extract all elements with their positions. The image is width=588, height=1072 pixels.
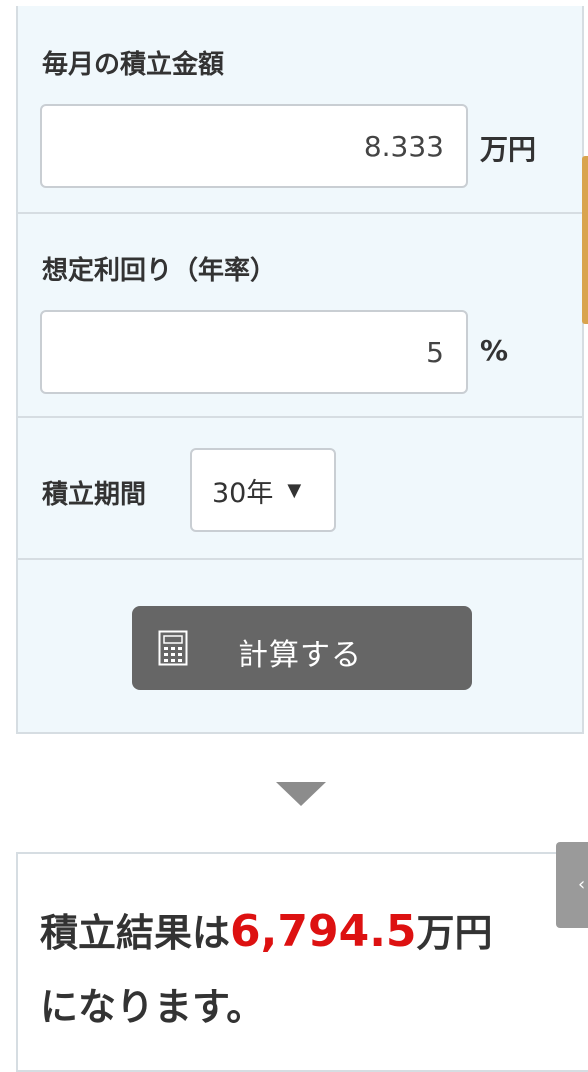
result-panel: 積立結果は6,794.5万円 になります。 — [16, 852, 588, 1072]
simulation-form: 毎月の積立金額 万円 想定利回り（年率） % 積立期間 30年 ▼ — [16, 6, 584, 734]
side-tab[interactable] — [582, 156, 588, 324]
monthly-amount-label: 毎月の積立金額 — [42, 50, 225, 80]
result-prefix: 積立結果は — [40, 911, 231, 955]
period-selected-value: 30年 — [212, 477, 274, 509]
annual-rate-unit: % — [480, 334, 509, 367]
caret-down-icon: ▼ — [287, 479, 302, 501]
calculate-button-label: 計算する — [238, 638, 362, 673]
monthly-amount-unit: 万円 — [480, 133, 537, 166]
result-amount: 6,794.5 — [230, 906, 417, 957]
down-arrow-icon — [276, 782, 326, 806]
period-label: 積立期間 — [42, 480, 147, 510]
period-row: 積立期間 30年 ▼ — [18, 416, 582, 560]
calculator-icon — [158, 630, 188, 670]
result-unit: 万円 — [416, 911, 493, 955]
page-tab-button[interactable]: ‹ — [556, 842, 588, 928]
result-text: 積立結果は6,794.5万円 — [40, 902, 493, 957]
monthly-amount-input[interactable] — [40, 104, 468, 188]
period-select[interactable]: 30年 ▼ — [190, 448, 336, 532]
annual-rate-input[interactable] — [40, 310, 468, 394]
result-text-line2: になります。 — [40, 985, 265, 1029]
calculate-button[interactable]: 計算する — [132, 606, 472, 690]
chevron-left-icon: ‹ — [578, 874, 586, 895]
annual-rate-row: 想定利回り（年率） % — [18, 212, 582, 418]
monthly-amount-row: 毎月の積立金額 万円 — [18, 6, 582, 214]
annual-rate-label: 想定利回り（年率） — [42, 256, 277, 286]
